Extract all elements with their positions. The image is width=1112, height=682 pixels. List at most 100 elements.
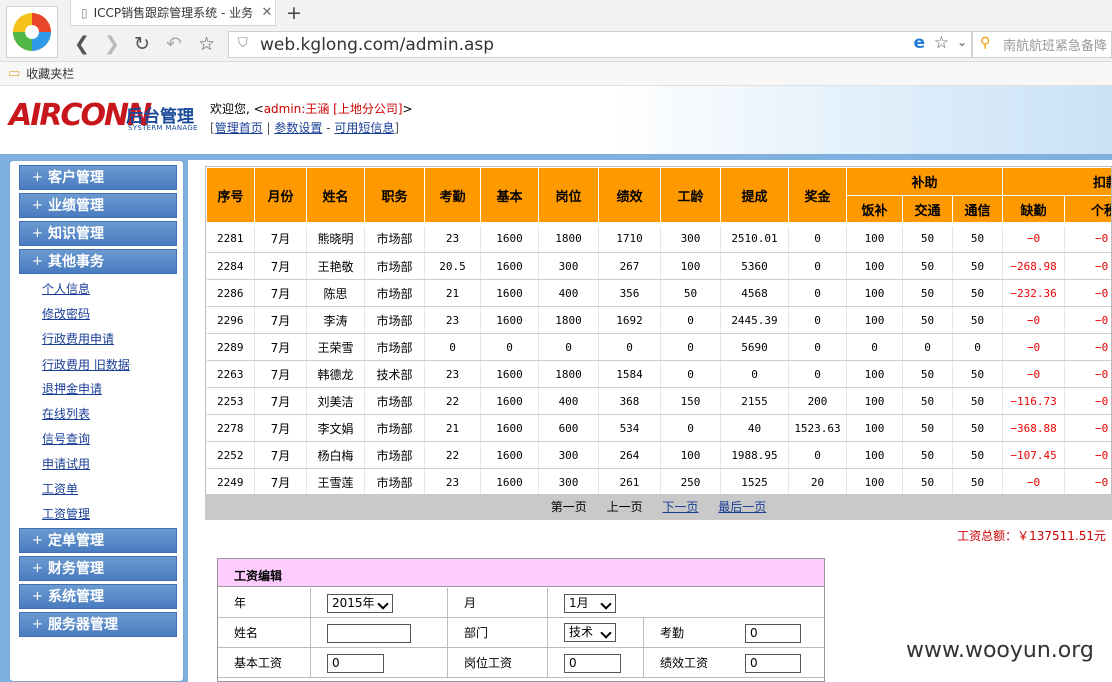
table-cell: 市场部 xyxy=(364,306,425,334)
table-cell: 600 xyxy=(538,414,599,442)
table-row[interactable]: 2263 7月 韩德龙 技术部 23 1600 1800 1584 0 0 0 100 50 50 −0 −0 xyxy=(206,360,1111,388)
table-cell: 50 xyxy=(902,387,953,415)
table-cell: 1600 xyxy=(480,387,539,415)
ie-mode-icon[interactable]: e xyxy=(913,33,925,53)
new-tab-icon[interactable]: + xyxy=(286,2,302,24)
table-cell: 1600 xyxy=(480,306,539,334)
table-cell: 534 xyxy=(598,414,661,442)
table-cell: 0 xyxy=(788,225,847,253)
tab-title: ICCP销售跟踪管理系统 - 业务 xyxy=(93,6,254,20)
table-cell: 264 xyxy=(598,441,661,469)
sub-deposit-refund[interactable]: 退押金申请 xyxy=(42,380,102,397)
table-cell: 267 xyxy=(598,252,661,280)
menu-knowledge[interactable]: + 知识管理 xyxy=(19,221,177,246)
table-cell: 5360 xyxy=(720,252,789,280)
link-settings[interactable]: 参数设置 xyxy=(274,121,322,135)
table-cell: −0 xyxy=(1064,441,1111,469)
table-cell: 50 xyxy=(902,252,953,280)
link-sms[interactable]: 可用短信息 xyxy=(334,121,394,135)
table-cell: 7月 xyxy=(254,333,307,361)
search-input[interactable]: ⚲ 南航航班紧急备降 xyxy=(972,31,1112,58)
favorite-star-icon[interactable]: ☆ xyxy=(198,32,215,56)
menu-orders[interactable]: + 定单管理 xyxy=(19,528,177,553)
table-cell: 300 xyxy=(538,468,599,496)
refresh-icon[interactable]: ↻ xyxy=(134,32,150,56)
address-bar[interactable]: ⛉ web.kglong.com/admin.asp e ☆ ⌄ xyxy=(228,31,972,58)
table-cell: 50 xyxy=(952,279,1004,307)
table-cell: 23 xyxy=(424,306,481,334)
col-performance: 绩效 xyxy=(598,167,661,223)
sub-trial[interactable]: 申请试用 xyxy=(42,455,90,472)
table-cell: 21 xyxy=(424,279,481,307)
perf-salary-input[interactable]: 0 xyxy=(745,654,801,673)
dept-select[interactable]: 技术 xyxy=(564,623,616,642)
menu-performance[interactable]: + 业绩管理 xyxy=(19,193,177,218)
table-row[interactable]: 2281 7月 熊晓明 市场部 23 1600 1800 1710 300 2510.01 0 100… xyxy=(206,225,1111,253)
page-first[interactable]: 第一页 xyxy=(551,500,587,514)
year-select[interactable]: 2015年 xyxy=(327,594,393,613)
table-row[interactable]: 2278 7月 李文娟 市场部 21 1600 600 534 0 40 1523.63 100 50 5… xyxy=(206,414,1111,442)
bookmark-label[interactable]: 收藏夹栏 xyxy=(26,65,74,82)
table-cell: 50 xyxy=(902,279,953,307)
plus-icon: + xyxy=(32,589,43,604)
col-name: 姓名 xyxy=(306,167,365,223)
chevron-down-icon[interactable]: ⌄ xyxy=(957,35,967,49)
month-select[interactable]: 1月 xyxy=(564,594,616,613)
table-cell: 0 xyxy=(480,333,539,361)
table-cell: 0 xyxy=(846,333,903,361)
menu-other[interactable]: + 其他事务 xyxy=(19,249,177,274)
sub-admin-fee-old[interactable]: 行政费用 旧数据 xyxy=(42,356,130,373)
table-row[interactable]: 2249 7月 王雪莲 市场部 23 1600 300 261 250 1525 20 100 50 50… xyxy=(206,468,1111,496)
back-icon[interactable]: ❮ xyxy=(74,32,90,56)
table-row[interactable]: 2286 7月 陈思 市场部 21 1600 400 356 50 4568 0 100 50 50 −23… xyxy=(206,279,1111,307)
browser-logo-icon[interactable] xyxy=(6,6,58,58)
page-next[interactable]: 下一页 xyxy=(662,500,698,514)
table-cell: 2281 xyxy=(206,225,255,253)
sub-salary-mgmt[interactable]: 工资管理 xyxy=(42,505,90,522)
table-cell: −0 xyxy=(1002,225,1066,253)
table-row[interactable]: 2296 7月 李涛 市场部 23 1600 1800 1692 0 2445.39 0 100 50 5… xyxy=(206,306,1111,334)
menu-server[interactable]: + 服务器管理 xyxy=(19,612,177,637)
sub-payslip[interactable]: 工资单 xyxy=(42,480,78,497)
sub-personal-info[interactable]: 个人信息 xyxy=(42,280,90,297)
close-icon[interactable]: ✕ xyxy=(259,5,275,20)
table-cell: −0 xyxy=(1002,360,1066,388)
menu-customer[interactable]: + 客户管理 xyxy=(19,165,177,190)
url-text: web.kglong.com/admin.asp xyxy=(260,34,495,55)
col-group-deduction: 扣款 xyxy=(1002,167,1111,196)
sub-admin-fee[interactable]: 行政费用申请 xyxy=(42,330,114,347)
table-row[interactable]: 2253 7月 刘美洁 市场部 22 1600 400 368 150 2155 200 100 50 5… xyxy=(206,387,1111,415)
table-cell: 300 xyxy=(660,225,721,253)
sub-online-list[interactable]: 在线列表 xyxy=(42,405,90,422)
link-admin-home[interactable]: 管理首页 xyxy=(215,121,263,135)
table-cell: 150 xyxy=(660,387,721,415)
page-prev[interactable]: 上一页 xyxy=(607,500,643,514)
table-cell: −0 xyxy=(1064,306,1111,334)
star-icon[interactable]: ☆ xyxy=(934,33,949,53)
shield-icon: ⛉ xyxy=(238,36,248,51)
sub-signal-query[interactable]: 信号查询 xyxy=(42,430,90,447)
table-cell: −107.45 xyxy=(1002,441,1066,469)
col-id: 序号 xyxy=(206,167,255,223)
base-salary-input[interactable]: 0 xyxy=(327,654,384,673)
page-last[interactable]: 最后一页 xyxy=(718,500,766,514)
table-cell: 2252 xyxy=(206,441,255,469)
col-meal: 饭补 xyxy=(846,195,903,223)
menu-system[interactable]: + 系统管理 xyxy=(19,584,177,609)
menu-finance[interactable]: + 财务管理 xyxy=(19,556,177,581)
table-cell: 市场部 xyxy=(364,441,425,469)
undo-icon[interactable]: ↶ xyxy=(166,32,182,56)
sub-change-password[interactable]: 修改密码 xyxy=(42,305,90,322)
table-row[interactable]: 2252 7月 杨白梅 市场部 22 1600 300 264 100 1988.95 0 100 50… xyxy=(206,441,1111,469)
table-cell: 刘美洁 xyxy=(306,387,365,415)
welcome-text: 欢迎您, <admin:王涵 [上地分公司]> xyxy=(210,102,413,116)
attendance-input[interactable]: 0 xyxy=(745,624,801,643)
table-row[interactable]: 2284 7月 王艳敬 市场部 20.5 1600 300 267 100 5360 0 100 50 5… xyxy=(206,252,1111,280)
browser-tab[interactable]: ▯ ICCP销售跟踪管理系统 - 业务 ✕ xyxy=(70,0,276,26)
table-row[interactable]: 2289 7月 王荣雪 市场部 0 0 0 0 0 5690 0 0 0 0 −0 −0 xyxy=(206,333,1111,361)
forward-icon[interactable]: ❯ xyxy=(104,32,120,56)
folder-icon: ▭ xyxy=(8,66,21,81)
name-input[interactable] xyxy=(327,624,411,643)
table-cell: 23 xyxy=(424,225,481,253)
post-salary-input[interactable]: 0 xyxy=(564,654,621,673)
